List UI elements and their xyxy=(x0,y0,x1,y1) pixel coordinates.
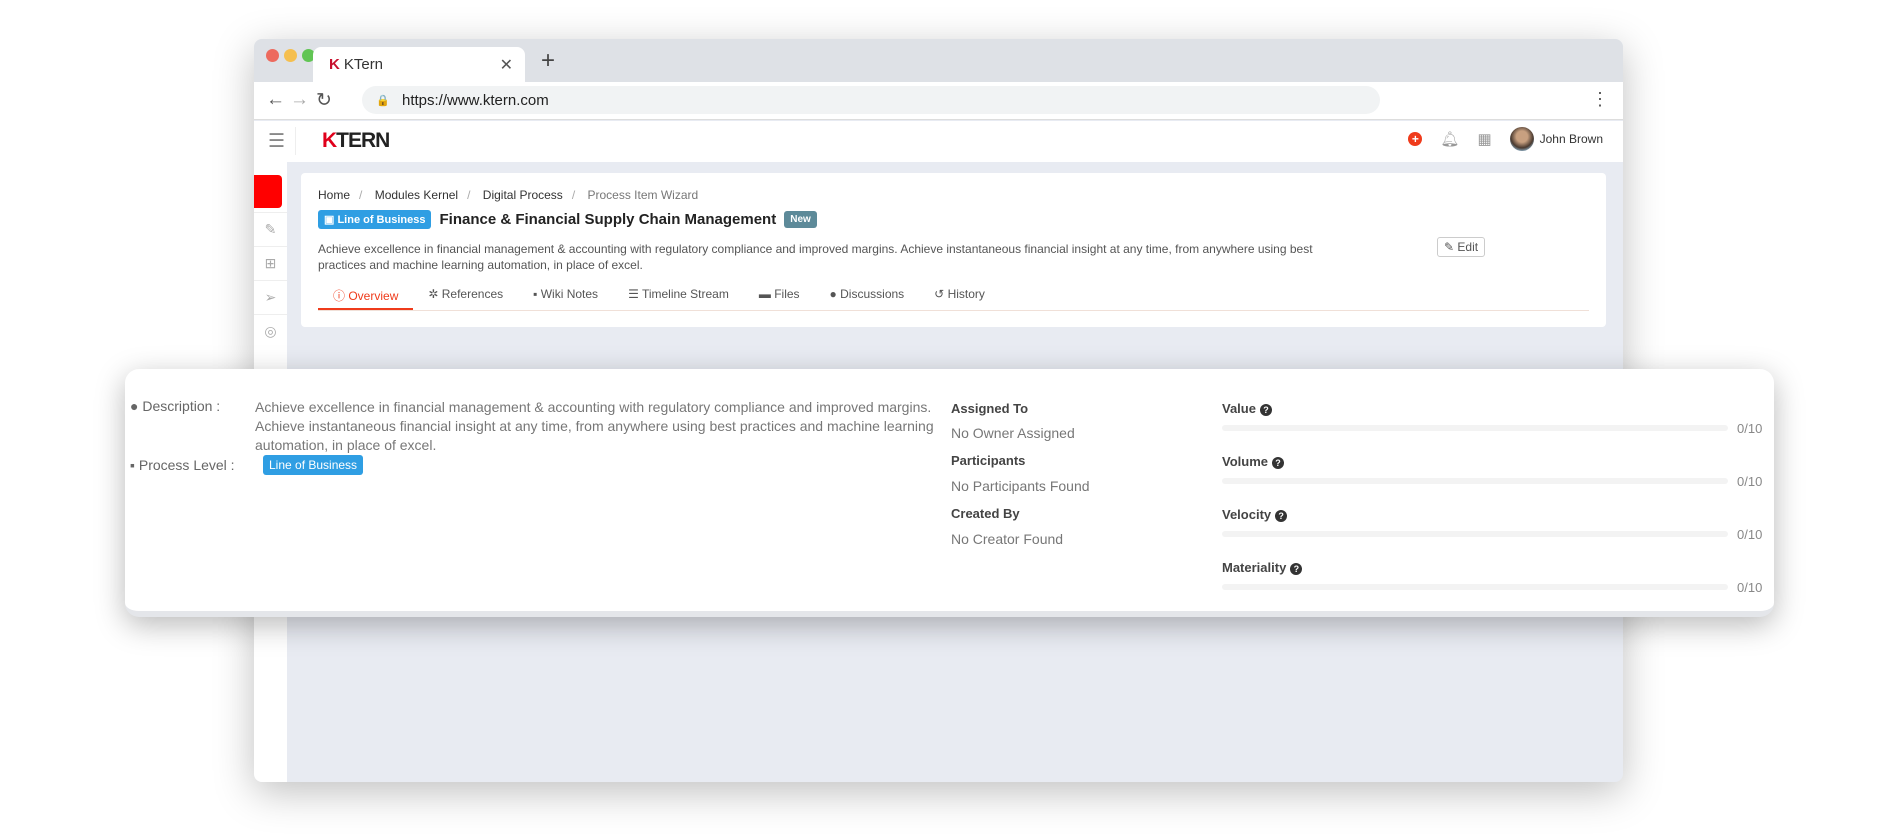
metric-label-value: Value? xyxy=(1222,401,1272,416)
participants-label: Participants xyxy=(951,453,1026,468)
tab-timeline-stream[interactable]: ☰ Timeline Stream xyxy=(613,279,744,310)
ktern-favicon-icon: K xyxy=(329,56,340,73)
help-icon[interactable]: ? xyxy=(1259,404,1272,416)
lock-icon: 🔒 xyxy=(376,94,390,107)
metric-label-volume: Volume? xyxy=(1222,454,1284,469)
item-description: Achieve excellence in financial manageme… xyxy=(318,242,1313,272)
address-bar-row: ← → ↻ 🔒 https://www.ktern.com ⋮ xyxy=(254,82,1623,120)
hamburger-menu-icon[interactable]: ☰ xyxy=(268,130,285,153)
level-badge: ▣ Line of Business xyxy=(318,210,432,229)
send-icon[interactable]: ➢ xyxy=(254,280,287,313)
breadcrumb: Home / Modules Kernel / Digital Process / P… xyxy=(318,188,699,202)
metric-score-materiality: 0/10 xyxy=(1737,580,1763,595)
help-icon[interactable]: ? xyxy=(1290,563,1303,575)
avatar[interactable] xyxy=(1509,127,1534,151)
tab-wiki-notes[interactable]: ▪ Wiki Notes xyxy=(518,279,613,310)
tab-history[interactable]: ↺ History xyxy=(919,279,1000,310)
process-level-label: ▪ Process Level : xyxy=(130,457,235,473)
calendar-icon[interactable]: ▦ xyxy=(1477,130,1491,148)
metric-bar-velocity xyxy=(1222,531,1728,537)
browser-tab[interactable]: K KTern ✕ xyxy=(313,47,525,82)
overview-panel: ● Description : Achieve excellence in fi… xyxy=(125,369,1774,617)
breadcrumb-modules-kernel[interactable]: Modules Kernel xyxy=(375,188,458,202)
fire-icon[interactable]: ◎ xyxy=(254,314,287,347)
divider xyxy=(295,127,296,155)
metric-bar-volume xyxy=(1222,478,1728,484)
process-item-card: Home / Modules Kernel / Digital Process / P… xyxy=(301,173,1606,327)
info-icon: ● xyxy=(130,398,139,414)
breadcrumb-current: Process Item Wizard xyxy=(587,188,699,202)
metric-bar-value xyxy=(1222,425,1728,431)
description-label: ● Description : xyxy=(130,398,221,414)
status-badge: New xyxy=(784,211,817,228)
sidebar-active-item[interactable] xyxy=(254,175,282,208)
metric-label-materiality: Materiality? xyxy=(1222,560,1303,575)
app-header: ☰ KTERN + 🔔︎ ▦ John Brown xyxy=(254,121,1623,162)
breadcrumb-digital-process[interactable]: Digital Process xyxy=(483,188,563,202)
note-icon: ▪ xyxy=(130,457,135,473)
help-icon[interactable]: ? xyxy=(1272,457,1284,469)
breadcrumb-home[interactable]: Home xyxy=(318,188,350,202)
metric-bar-materiality xyxy=(1222,584,1728,590)
reload-icon[interactable]: ↻ xyxy=(316,89,332,112)
participants-value: No Participants Found xyxy=(951,478,1090,494)
description-text: Achieve excellence in financial manageme… xyxy=(255,399,934,453)
assigned-to-value: No Owner Assigned xyxy=(951,425,1075,441)
url-text: https://www.ktern.com xyxy=(402,91,549,109)
tab-strip: K KTern ✕ + xyxy=(254,39,1623,82)
edit-note-icon[interactable]: ✎ xyxy=(254,212,287,245)
tab-references[interactable]: ✲ References xyxy=(413,279,518,310)
tab-bar: ⓘ Overview ✲ References ▪ Wiki Notes ☰ T… xyxy=(318,279,1589,311)
help-icon[interactable]: ? xyxy=(1275,510,1288,522)
minimize-window-button[interactable] xyxy=(284,49,297,62)
assigned-to-label: Assigned To xyxy=(951,401,1029,416)
process-level-badge: Line of Business xyxy=(263,455,364,475)
metric-score-value: 0/10 xyxy=(1737,421,1763,436)
add-icon[interactable]: + xyxy=(1408,132,1423,146)
forward-icon[interactable]: → xyxy=(290,89,309,111)
back-icon[interactable]: ← xyxy=(266,89,285,111)
metric-label-velocity: Velocity? xyxy=(1222,507,1288,522)
browser-menu-icon[interactable]: ⋮ xyxy=(1591,89,1609,110)
user-name[interactable]: John Brown xyxy=(1540,132,1603,146)
metric-score-velocity: 0/10 xyxy=(1737,527,1763,542)
notification-bell-icon[interactable]: 🔔︎ xyxy=(1440,130,1459,148)
tab-title: KTern xyxy=(343,56,384,73)
page-title: Finance & Financial Supply Chain Managem… xyxy=(439,211,777,228)
tab-overview[interactable]: ⓘ Overview xyxy=(318,279,414,310)
grid-icon[interactable]: ⊞ xyxy=(254,246,287,279)
close-window-button[interactable] xyxy=(266,49,279,62)
ktern-logo[interactable]: KTERN xyxy=(322,129,390,153)
created-by-value: No Creator Found xyxy=(951,531,1064,547)
tab-discussions[interactable]: ● Discussions xyxy=(815,279,920,310)
new-tab-button[interactable]: + xyxy=(541,47,555,75)
close-tab-icon[interactable]: ✕ xyxy=(500,55,513,75)
tab-files[interactable]: ▬ Files xyxy=(744,279,815,310)
created-by-label: Created By xyxy=(951,506,1020,521)
metric-score-volume: 0/10 xyxy=(1737,474,1763,489)
url-input[interactable]: 🔒 https://www.ktern.com xyxy=(362,86,1380,114)
edit-button[interactable]: ✎ Edit xyxy=(1437,237,1486,257)
edit-icon: ✎ xyxy=(1444,240,1455,254)
